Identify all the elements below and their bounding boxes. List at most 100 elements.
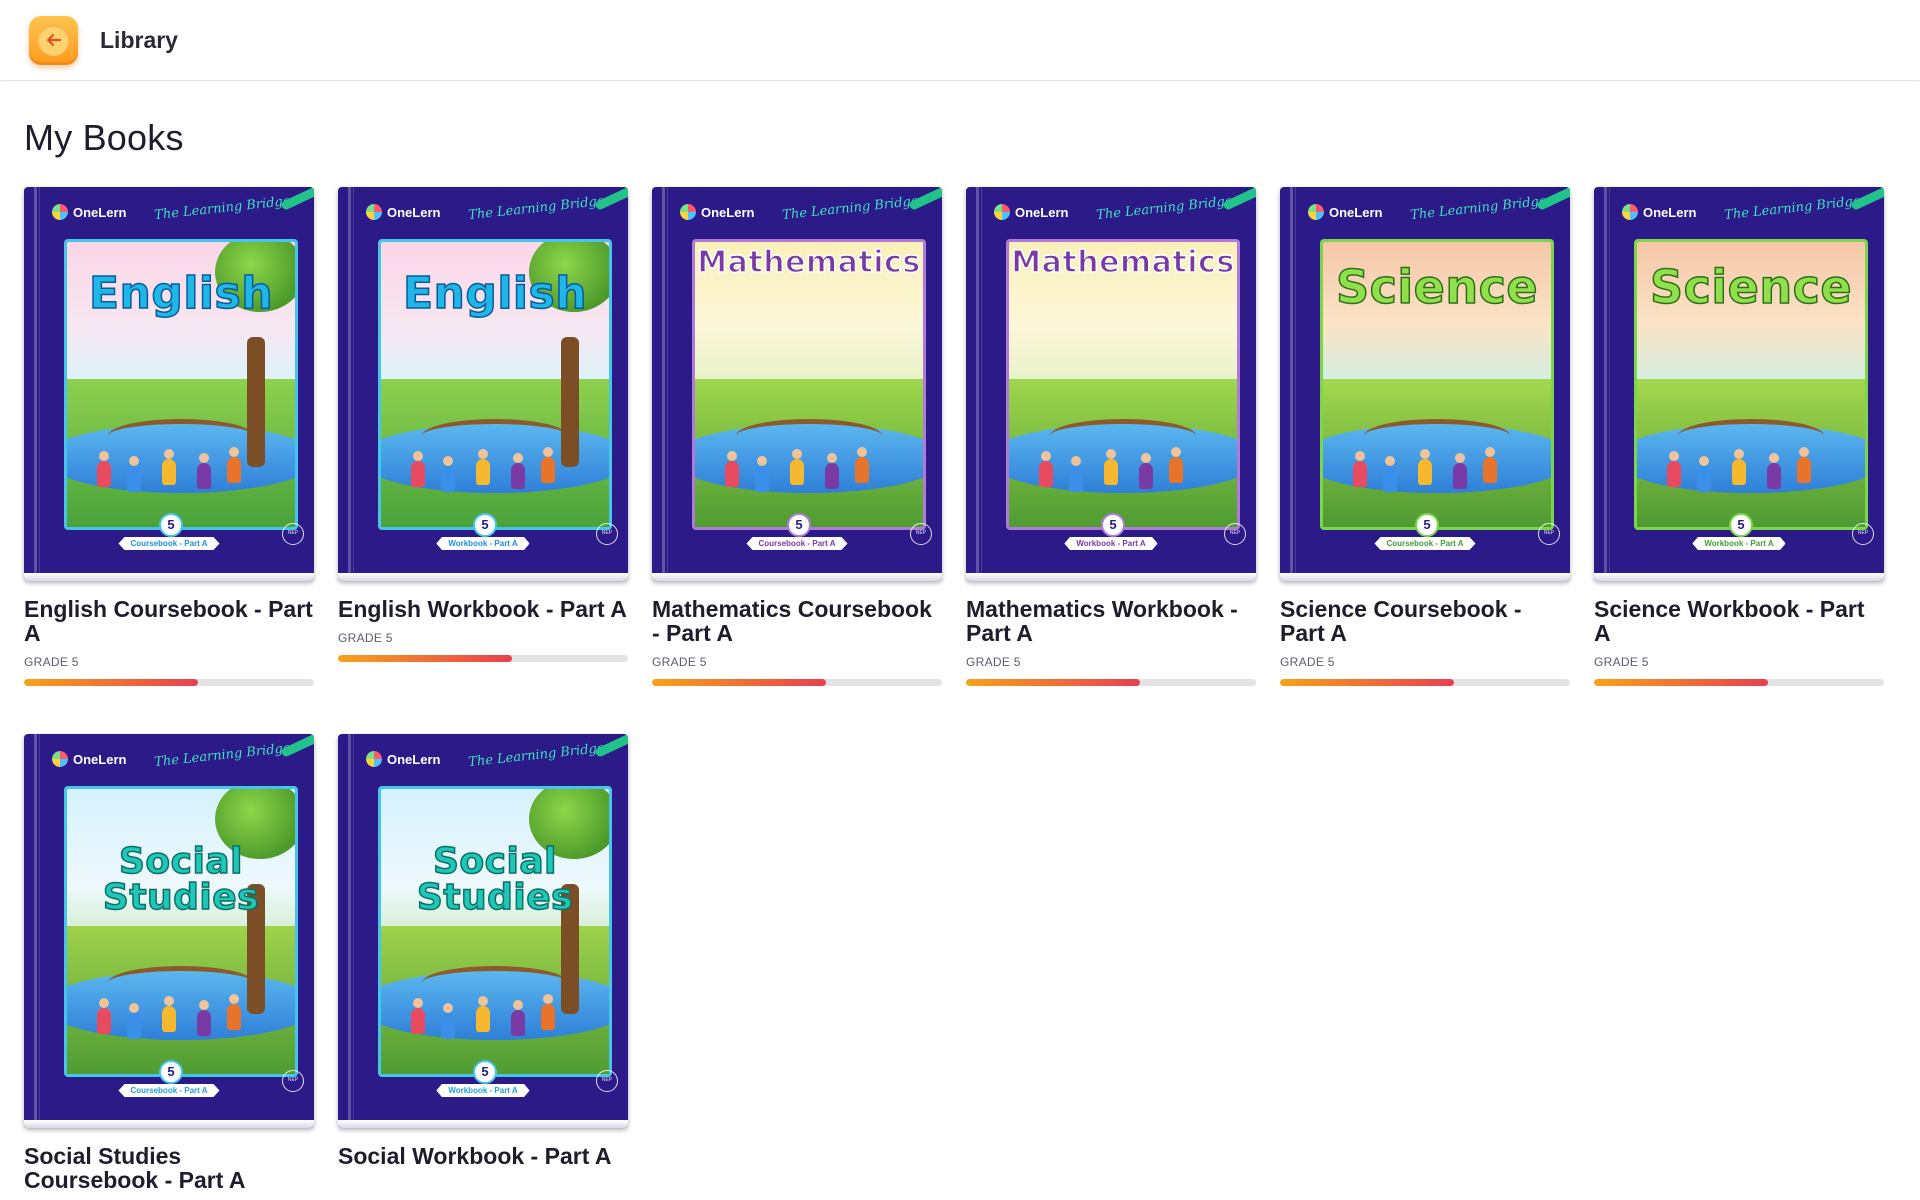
book-title[interactable]: Science Workbook - Part A bbox=[1594, 597, 1884, 645]
cover-edition-label: Coursebook - Part A bbox=[118, 537, 220, 550]
illustration-child bbox=[197, 1000, 211, 1036]
reading-progress-fill bbox=[338, 655, 512, 662]
illustration-child bbox=[441, 1003, 455, 1039]
cover-subject-title: English bbox=[402, 268, 588, 319]
cover-tagline: The Learning Bridge bbox=[1723, 193, 1862, 224]
brand-logo: OneLern bbox=[1308, 204, 1382, 220]
cover-tagline: The Learning Bridge bbox=[153, 740, 292, 771]
brand-logo: OneLern bbox=[366, 204, 440, 220]
cover-subject-title: Mathematics bbox=[697, 245, 921, 280]
book-title[interactable]: English Coursebook - Part A bbox=[24, 597, 314, 645]
cover-spine-line bbox=[39, 187, 40, 581]
cover-edition-label: Workbook - Part A bbox=[436, 537, 530, 550]
book-cover[interactable]: OneLern The Learning Bridge Science 5 Co… bbox=[1280, 187, 1570, 581]
illustration-child bbox=[97, 451, 111, 487]
reading-progress-fill bbox=[652, 679, 826, 686]
book-card[interactable]: OneLern The Learning Bridge English 5 Co… bbox=[24, 187, 314, 686]
book-title[interactable]: Mathematics Workbook - Part A bbox=[966, 597, 1256, 645]
cover-grade-badge: 5 bbox=[787, 513, 811, 537]
book-card[interactable]: OneLern The Learning Bridge Mathematics … bbox=[652, 187, 942, 686]
book-title[interactable]: Social Studies Coursebook - Part A bbox=[24, 1144, 314, 1192]
nep-seal-icon: NEP bbox=[1538, 523, 1560, 545]
nep-seal-icon: NEP bbox=[596, 523, 618, 545]
book-cover[interactable]: OneLern The Learning Bridge Social Studi… bbox=[338, 734, 628, 1128]
reading-progress-bar bbox=[652, 679, 942, 686]
nep-seal-icon: NEP bbox=[1224, 523, 1246, 545]
corner-ribbon bbox=[1850, 187, 1884, 211]
book-card[interactable]: OneLern The Learning Bridge English 5 Wo… bbox=[338, 187, 628, 686]
brand-mark-icon bbox=[366, 751, 382, 767]
cover-grade-badge: 5 bbox=[1415, 513, 1439, 537]
book-title[interactable]: Social Workbook - Part A bbox=[338, 1144, 628, 1168]
cover-illustration: Science bbox=[1634, 239, 1868, 530]
cover-spine bbox=[976, 187, 979, 581]
illustration-child bbox=[197, 453, 211, 489]
brand-mark-icon bbox=[52, 751, 68, 767]
book-cover[interactable]: OneLern The Learning Bridge Mathematics … bbox=[966, 187, 1256, 581]
cover-grade-badge: 5 bbox=[159, 513, 183, 537]
book-card[interactable]: OneLern The Learning Bridge Social Studi… bbox=[24, 734, 314, 1192]
corner-ribbon bbox=[1222, 187, 1256, 211]
cover-illustration: Social Studies bbox=[378, 786, 612, 1077]
book-title[interactable]: Science Coursebook - Part A bbox=[1280, 597, 1570, 645]
illustration-child bbox=[1353, 451, 1367, 487]
book-grid: OneLern The Learning Bridge English 5 Co… bbox=[24, 187, 1904, 1192]
book-card[interactable]: OneLern The Learning Bridge Mathematics … bbox=[966, 187, 1256, 686]
cover-spine-line bbox=[39, 734, 40, 1128]
book-title[interactable]: Mathematics Coursebook - Part A bbox=[652, 597, 942, 645]
cover-tagline: The Learning Bridge bbox=[467, 193, 606, 224]
book-cover[interactable]: OneLern The Learning Bridge English 5 Wo… bbox=[338, 187, 628, 581]
cover-spine-line bbox=[353, 187, 354, 581]
cover-page-edge bbox=[338, 1120, 628, 1128]
cover-grade-badge: 5 bbox=[159, 1060, 183, 1084]
corner-ribbon bbox=[1536, 187, 1570, 211]
illustration-child bbox=[227, 447, 241, 483]
top-bar: Library bbox=[0, 0, 1920, 81]
illustration-child bbox=[1483, 447, 1497, 483]
book-cover[interactable]: OneLern The Learning Bridge Social Studi… bbox=[24, 734, 314, 1128]
cover-subject-title: Social Studies bbox=[102, 841, 260, 918]
cover-subject-title: Science bbox=[1335, 260, 1539, 314]
cover-spine bbox=[34, 734, 37, 1128]
brand-name: OneLern bbox=[701, 204, 755, 220]
illustration-child bbox=[127, 1003, 141, 1039]
book-card[interactable]: OneLern The Learning Bridge Social Studi… bbox=[338, 734, 628, 1192]
book-card[interactable]: OneLern The Learning Bridge Science 5 Co… bbox=[1280, 187, 1570, 686]
illustration-tree-trunk bbox=[561, 337, 579, 467]
illustration-child bbox=[476, 996, 490, 1032]
back-button[interactable] bbox=[29, 15, 78, 65]
cover-subject-title: Science bbox=[1649, 260, 1853, 314]
illustration-child bbox=[1797, 447, 1811, 483]
corner-ribbon bbox=[908, 187, 942, 211]
illustration-child bbox=[1169, 447, 1183, 483]
illustration-child bbox=[1418, 449, 1432, 485]
brand-logo: OneLern bbox=[52, 751, 126, 767]
book-title[interactable]: English Workbook - Part A bbox=[338, 597, 628, 621]
brand-logo: OneLern bbox=[1622, 204, 1696, 220]
brand-mark-icon bbox=[366, 204, 382, 220]
illustration-child bbox=[1069, 456, 1083, 492]
book-card[interactable]: OneLern The Learning Bridge Science 5 Wo… bbox=[1594, 187, 1884, 686]
cover-page-edge bbox=[1280, 573, 1570, 581]
illustration-child bbox=[1383, 456, 1397, 492]
illustration-child bbox=[1139, 453, 1153, 489]
brand-name: OneLern bbox=[73, 751, 127, 767]
book-cover[interactable]: OneLern The Learning Bridge Science 5 Wo… bbox=[1594, 187, 1884, 581]
cover-grade-badge: 5 bbox=[1101, 513, 1125, 537]
illustration-child bbox=[411, 451, 425, 487]
corner-ribbon bbox=[280, 187, 314, 211]
reading-progress-bar bbox=[1594, 679, 1884, 686]
reading-progress-fill bbox=[1280, 679, 1454, 686]
brand-mark-icon bbox=[52, 204, 68, 220]
book-grade: GRADE 5 bbox=[1594, 655, 1649, 669]
reading-progress-fill bbox=[966, 679, 1140, 686]
book-cover[interactable]: OneLern The Learning Bridge English 5 Co… bbox=[24, 187, 314, 581]
cover-edition-label: Workbook - Part A bbox=[1692, 537, 1786, 550]
brand-logo: OneLern bbox=[366, 751, 440, 767]
cover-edition-label: Coursebook - Part A bbox=[746, 537, 848, 550]
arrow-left-icon bbox=[38, 24, 69, 56]
cover-tagline: The Learning Bridge bbox=[467, 740, 606, 771]
book-cover[interactable]: OneLern The Learning Bridge Mathematics … bbox=[652, 187, 942, 581]
illustration-child bbox=[227, 994, 241, 1030]
cover-spine bbox=[1604, 187, 1607, 581]
